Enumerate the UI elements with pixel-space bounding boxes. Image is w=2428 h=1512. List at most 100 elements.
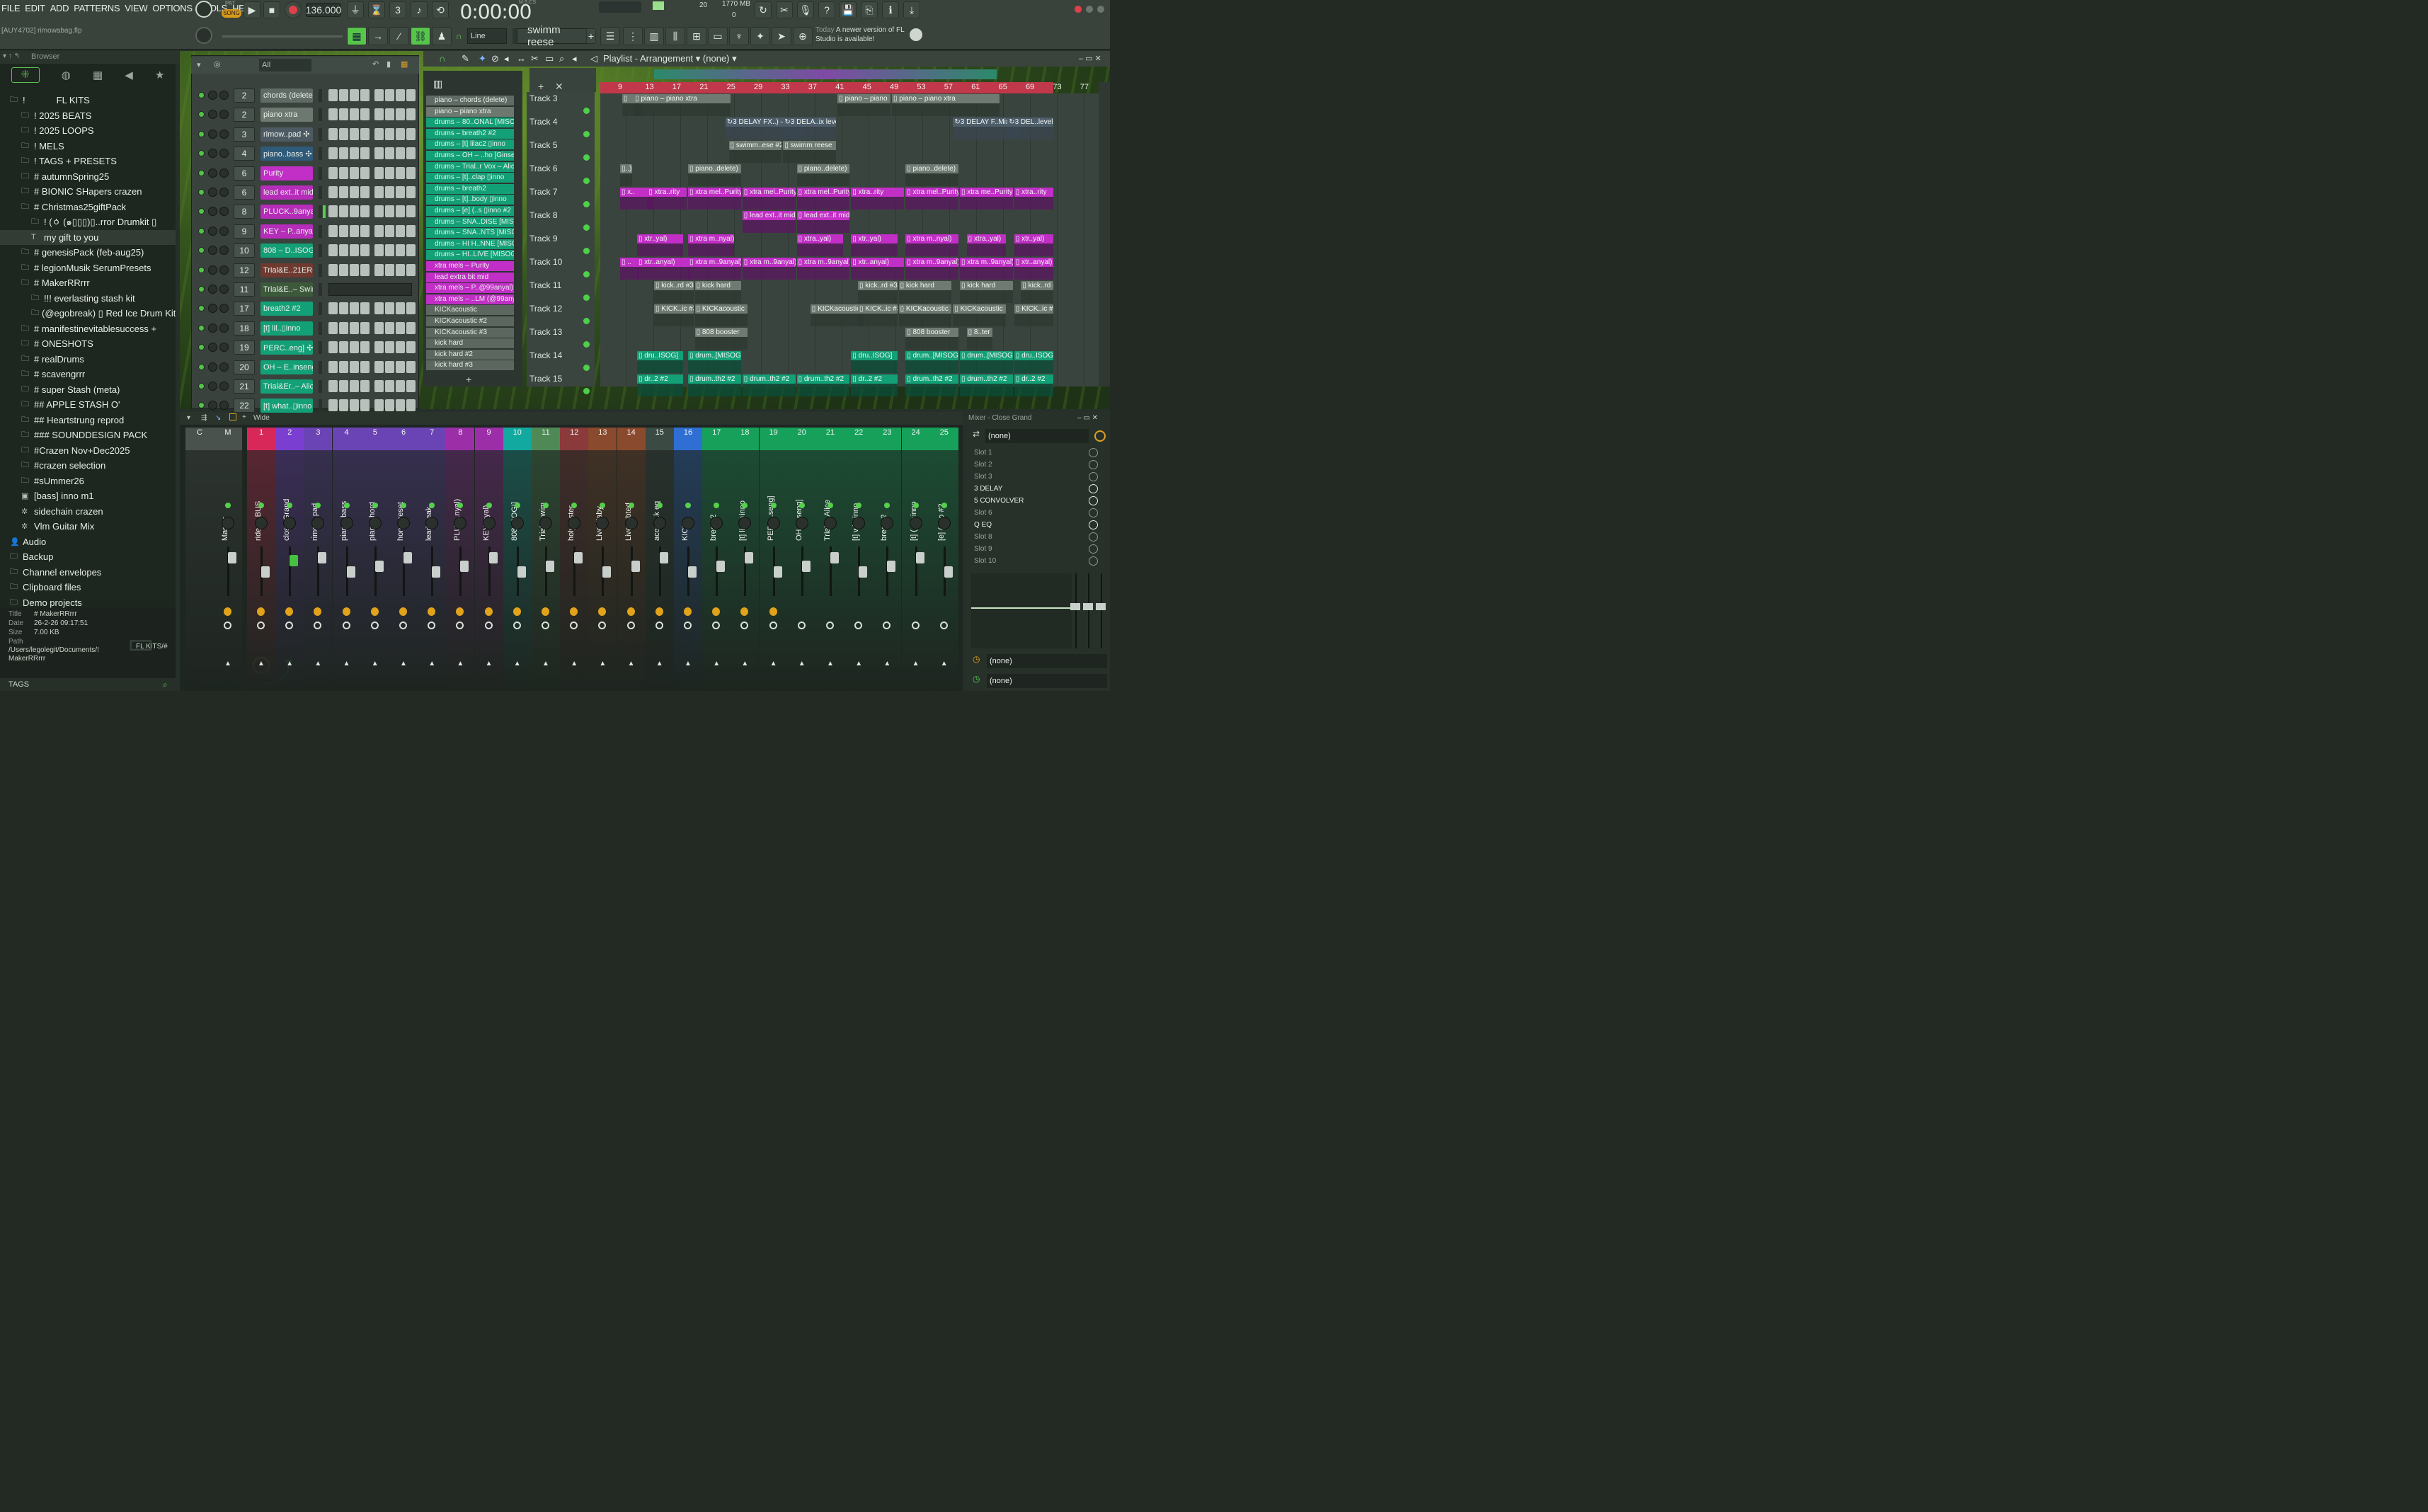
step-sequencer[interactable] xyxy=(328,147,416,160)
picker-item[interactable]: drums – HI..LIVE [MISOGI] xyxy=(426,250,514,260)
route-arrow-icon[interactable]: ▲ xyxy=(685,660,692,668)
step-button[interactable] xyxy=(360,380,370,392)
channel-volume-knob[interactable] xyxy=(208,91,217,100)
step-button[interactable] xyxy=(385,263,394,276)
channel-select[interactable] xyxy=(319,127,322,141)
browser-item[interactable]: 🗀 ! 2025 LOOPS xyxy=(0,123,176,138)
playlist-clip[interactable]: ▯ drum..th2 #2 xyxy=(960,374,1013,384)
slip-tool-icon[interactable]: ↔ xyxy=(517,53,526,64)
channel-select[interactable] xyxy=(319,380,322,393)
playlist-clip[interactable]: ▯ drum..th2 #2 xyxy=(742,374,796,384)
playlist-clip[interactable]: ▯ lead ext..it mid xyxy=(742,211,796,220)
browser-item[interactable]: 🗀 # Christmas25giftPack xyxy=(0,200,176,214)
mixer-pan-knob[interactable] xyxy=(795,517,808,529)
step-button[interactable] xyxy=(350,205,359,218)
effect-slot[interactable]: Slot 3 xyxy=(974,471,1087,483)
save-as-icon[interactable]: ⎘ xyxy=(861,1,878,18)
step-button[interactable] xyxy=(385,244,394,257)
mixer-mute-led[interactable] xyxy=(372,503,378,508)
step-button[interactable] xyxy=(385,89,394,101)
send-icon[interactable] xyxy=(314,607,322,616)
channel-row[interactable]: 20 OH – E..inseng] xyxy=(195,360,416,374)
channel-select[interactable] xyxy=(319,283,322,296)
browser-item[interactable]: ✲ Vlm Guitar Mix xyxy=(0,519,176,534)
route-arrow-icon[interactable]: ▲ xyxy=(457,660,464,668)
routing-icon[interactable] xyxy=(285,622,294,629)
channel-row[interactable]: 11 Trial&E..– Swim xyxy=(195,282,415,297)
mixer-strip[interactable]: 11Trial&..wim▲ xyxy=(532,428,560,691)
step-button[interactable] xyxy=(360,147,370,160)
step-sequencer[interactable] xyxy=(328,205,416,218)
track-header[interactable]: Track 11 xyxy=(529,280,593,304)
routing-icon[interactable] xyxy=(512,622,521,629)
step-button[interactable] xyxy=(360,360,370,373)
routing-icon[interactable] xyxy=(484,622,493,629)
touch-icon[interactable]: ➤ xyxy=(772,27,791,45)
step-button[interactable] xyxy=(339,321,348,334)
step-button[interactable] xyxy=(339,186,348,198)
mixer-strip[interactable]: MMaster▲ xyxy=(214,428,242,691)
playlist-clip[interactable]: ▯ xtra mel..Purity xyxy=(796,188,850,197)
mixer-panel-controls[interactable]: – ▭ ✕ xyxy=(1077,414,1098,422)
track-mute-led[interactable] xyxy=(583,365,590,371)
picker-item[interactable]: drums – Trial..r Vox – Alice xyxy=(426,161,514,172)
step-button[interactable] xyxy=(339,108,348,121)
browser-item[interactable]: 🗀 # autumnSpring25 xyxy=(0,169,176,184)
projects-tab-icon[interactable]: ▦ xyxy=(93,69,103,81)
step-button[interactable] xyxy=(350,166,359,179)
mixer-track-number[interactable]: 5 xyxy=(360,428,389,450)
playlist-clip[interactable]: ↻3 DEL..level xyxy=(1007,118,1054,127)
mixer-input-select[interactable]: (none) xyxy=(985,429,1089,443)
playlist-clip[interactable]: ▯ xtr..yal) xyxy=(637,234,684,244)
playback-tool-icon[interactable]: ◂ xyxy=(572,53,577,64)
channel-pan-knob[interactable] xyxy=(219,188,229,197)
step-button[interactable] xyxy=(406,166,416,179)
track-mute-led[interactable] xyxy=(583,154,590,161)
picker-item[interactable]: drums – breath2 #2 xyxy=(426,128,514,139)
step-button[interactable] xyxy=(374,127,384,140)
mixer-mute-led[interactable] xyxy=(685,503,691,508)
step-button[interactable] xyxy=(350,302,359,315)
step-button[interactable] xyxy=(374,380,384,392)
playlist-clip[interactable]: ▯ KICKacoustic xyxy=(694,304,748,314)
mixer-output-select-1[interactable]: (none) xyxy=(987,654,1107,668)
step-sequencer[interactable] xyxy=(328,186,416,198)
channel-volume-knob[interactable] xyxy=(208,207,217,217)
step-button[interactable] xyxy=(328,127,338,140)
step-button[interactable] xyxy=(374,166,384,179)
send-icon[interactable] xyxy=(684,607,692,616)
route-arrow-icon[interactable]: ▲ xyxy=(656,660,663,668)
mixer-strip[interactable]: 21Trial&..Alice▲ xyxy=(816,428,844,691)
step-button[interactable] xyxy=(374,399,384,412)
step-button[interactable] xyxy=(385,108,394,121)
step-button[interactable] xyxy=(374,321,384,334)
draw-tool-icon[interactable]: ✎ xyxy=(462,53,469,64)
channel-name-button[interactable]: piano xtra xyxy=(260,108,313,122)
mixer-fader-handle[interactable] xyxy=(887,561,896,572)
step-button[interactable] xyxy=(385,186,394,198)
mixer-layout[interactable]: Wide xyxy=(253,414,270,422)
route-arrow-icon[interactable]: ▲ xyxy=(314,660,321,668)
channel-volume-knob[interactable] xyxy=(208,226,217,236)
step-button[interactable] xyxy=(339,380,348,392)
mixer-track-number[interactable]: 19 xyxy=(759,428,788,450)
zoom-tool-icon[interactable]: ⌕ xyxy=(559,53,564,64)
step-button[interactable] xyxy=(360,108,370,121)
swing-knob-icon[interactable]: ◎ xyxy=(214,59,221,69)
eq-graph[interactable] xyxy=(971,573,1072,648)
channel-mixer-track[interactable]: 6 xyxy=(234,185,255,200)
mixer-strip[interactable]: 16 KICK ▲ xyxy=(674,428,702,691)
track-header[interactable]: Track 3 xyxy=(529,93,593,117)
mixer-strip[interactable]: 18[t] li..▯inno▲ xyxy=(731,428,760,691)
track-header[interactable]: Track 4 xyxy=(529,117,593,140)
step-button[interactable] xyxy=(396,321,405,334)
mixer-strip[interactable]: 22[t] wh..inno▲ xyxy=(844,428,874,691)
picker-item[interactable]: piano – piano xtra xyxy=(426,106,514,117)
playlist-icon[interactable]: ☰ xyxy=(600,27,620,45)
mixer-pan-knob[interactable] xyxy=(539,517,552,529)
effect-slot[interactable]: 3 DELAY xyxy=(974,483,1087,495)
routing-icon[interactable] xyxy=(939,622,948,629)
channel-mute-led[interactable] xyxy=(198,247,205,254)
mixer-fader-handle[interactable] xyxy=(602,566,612,578)
send-icon[interactable] xyxy=(655,607,663,616)
